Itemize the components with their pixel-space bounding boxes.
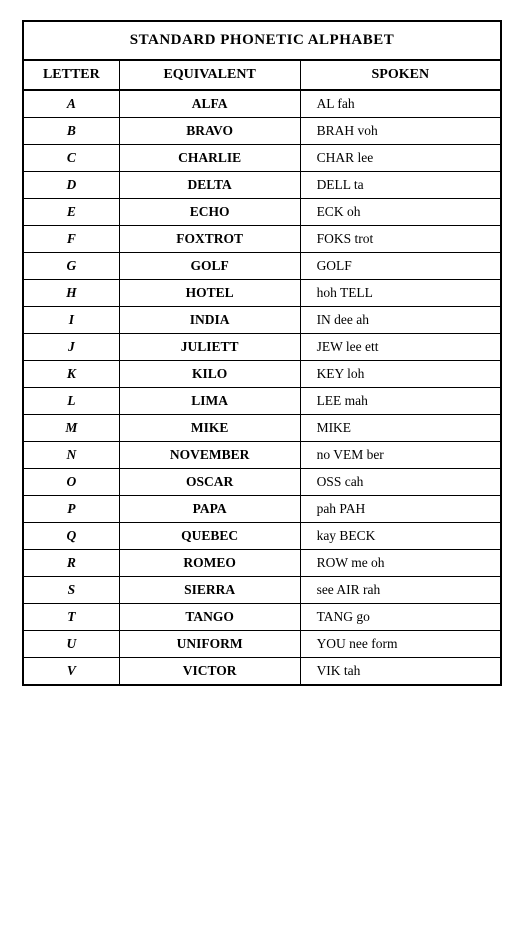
cell-spoken: FOKS trot xyxy=(300,226,500,253)
cell-letter: B xyxy=(24,118,119,145)
cell-equivalent: HOTEL xyxy=(119,280,300,307)
cell-letter: P xyxy=(24,496,119,523)
cell-spoken: DELL ta xyxy=(300,172,500,199)
table-row: UUNIFORMYOU nee form xyxy=(24,631,500,658)
cell-letter: L xyxy=(24,388,119,415)
table-row: QQUEBECkay BECK xyxy=(24,523,500,550)
table-row: CCHARLIECHAR lee xyxy=(24,145,500,172)
cell-spoken: IN dee ah xyxy=(300,307,500,334)
cell-spoken: YOU nee form xyxy=(300,631,500,658)
cell-letter: M xyxy=(24,415,119,442)
cell-letter: H xyxy=(24,280,119,307)
cell-equivalent: CHARLIE xyxy=(119,145,300,172)
cell-equivalent: VICTOR xyxy=(119,658,300,685)
table-row: SSIERRAsee AIR rah xyxy=(24,577,500,604)
cell-letter: O xyxy=(24,469,119,496)
cell-letter: K xyxy=(24,361,119,388)
table-row: TTANGOTANG go xyxy=(24,604,500,631)
cell-letter: A xyxy=(24,90,119,118)
cell-spoken: VIK tah xyxy=(300,658,500,685)
cell-letter: S xyxy=(24,577,119,604)
table-row: PPAPApah PAH xyxy=(24,496,500,523)
cell-letter: T xyxy=(24,604,119,631)
cell-letter: C xyxy=(24,145,119,172)
cell-equivalent: INDIA xyxy=(119,307,300,334)
table-row: VVICTORVIK tah xyxy=(24,658,500,685)
table-row: LLIMALEE mah xyxy=(24,388,500,415)
table-row: JJULIETTJEW lee ett xyxy=(24,334,500,361)
cell-spoken: kay BECK xyxy=(300,523,500,550)
cell-equivalent: KILO xyxy=(119,361,300,388)
cell-equivalent: LIMA xyxy=(119,388,300,415)
cell-equivalent: PAPA xyxy=(119,496,300,523)
cell-equivalent: NOVEMBER xyxy=(119,442,300,469)
table-row: AALFAAL fah xyxy=(24,90,500,118)
cell-spoken: no VEM ber xyxy=(300,442,500,469)
cell-spoken: BRAH voh xyxy=(300,118,500,145)
table-row: BBRAVOBRAH voh xyxy=(24,118,500,145)
cell-letter: D xyxy=(24,172,119,199)
cell-letter: F xyxy=(24,226,119,253)
cell-spoken: AL fah xyxy=(300,90,500,118)
table-title: STANDARD PHONETIC ALPHABET xyxy=(24,22,500,61)
cell-spoken: JEW lee ett xyxy=(300,334,500,361)
table-row: IINDIAIN dee ah xyxy=(24,307,500,334)
cell-letter: N xyxy=(24,442,119,469)
cell-letter: J xyxy=(24,334,119,361)
column-equivalent: EQUIVALENT xyxy=(119,61,300,90)
cell-spoken: ECK oh xyxy=(300,199,500,226)
phonetic-alphabet-table: STANDARD PHONETIC ALPHABET LETTER EQUIVA… xyxy=(22,20,502,686)
cell-spoken: TANG go xyxy=(300,604,500,631)
cell-equivalent: DELTA xyxy=(119,172,300,199)
table-row: OOSCAROSS cah xyxy=(24,469,500,496)
column-spoken: SPOKEN xyxy=(300,61,500,90)
cell-spoken: hoh TELL xyxy=(300,280,500,307)
cell-spoken: GOLF xyxy=(300,253,500,280)
cell-spoken: CHAR lee xyxy=(300,145,500,172)
cell-letter: R xyxy=(24,550,119,577)
cell-letter: I xyxy=(24,307,119,334)
table-row: NNOVEMBERno VEM ber xyxy=(24,442,500,469)
table-row: EECHOECK oh xyxy=(24,199,500,226)
cell-letter: Q xyxy=(24,523,119,550)
cell-letter: V xyxy=(24,658,119,685)
cell-equivalent: MIKE xyxy=(119,415,300,442)
cell-letter: G xyxy=(24,253,119,280)
cell-equivalent: TANGO xyxy=(119,604,300,631)
cell-letter: E xyxy=(24,199,119,226)
table-row: RROMEOROW me oh xyxy=(24,550,500,577)
cell-letter: U xyxy=(24,631,119,658)
cell-spoken: see AIR rah xyxy=(300,577,500,604)
table-row: DDELTADELL ta xyxy=(24,172,500,199)
table-row: MMIKEMIKE xyxy=(24,415,500,442)
cell-spoken: ROW me oh xyxy=(300,550,500,577)
column-letter: LETTER xyxy=(24,61,119,90)
table-row: FFOXTROTFOKS trot xyxy=(24,226,500,253)
table-header-row: LETTER EQUIVALENT SPOKEN xyxy=(24,61,500,90)
cell-spoken: MIKE xyxy=(300,415,500,442)
cell-equivalent: GOLF xyxy=(119,253,300,280)
cell-equivalent: BRAVO xyxy=(119,118,300,145)
cell-equivalent: UNIFORM xyxy=(119,631,300,658)
cell-equivalent: ALFA xyxy=(119,90,300,118)
cell-equivalent: OSCAR xyxy=(119,469,300,496)
cell-equivalent: JULIETT xyxy=(119,334,300,361)
cell-spoken: pah PAH xyxy=(300,496,500,523)
cell-equivalent: QUEBEC xyxy=(119,523,300,550)
table-row: KKILOKEY loh xyxy=(24,361,500,388)
cell-spoken: KEY loh xyxy=(300,361,500,388)
table-row: GGOLFGOLF xyxy=(24,253,500,280)
cell-spoken: OSS cah xyxy=(300,469,500,496)
cell-equivalent: SIERRA xyxy=(119,577,300,604)
cell-equivalent: ECHO xyxy=(119,199,300,226)
table-row: HHOTELhoh TELL xyxy=(24,280,500,307)
cell-equivalent: FOXTROT xyxy=(119,226,300,253)
cell-spoken: LEE mah xyxy=(300,388,500,415)
cell-equivalent: ROMEO xyxy=(119,550,300,577)
